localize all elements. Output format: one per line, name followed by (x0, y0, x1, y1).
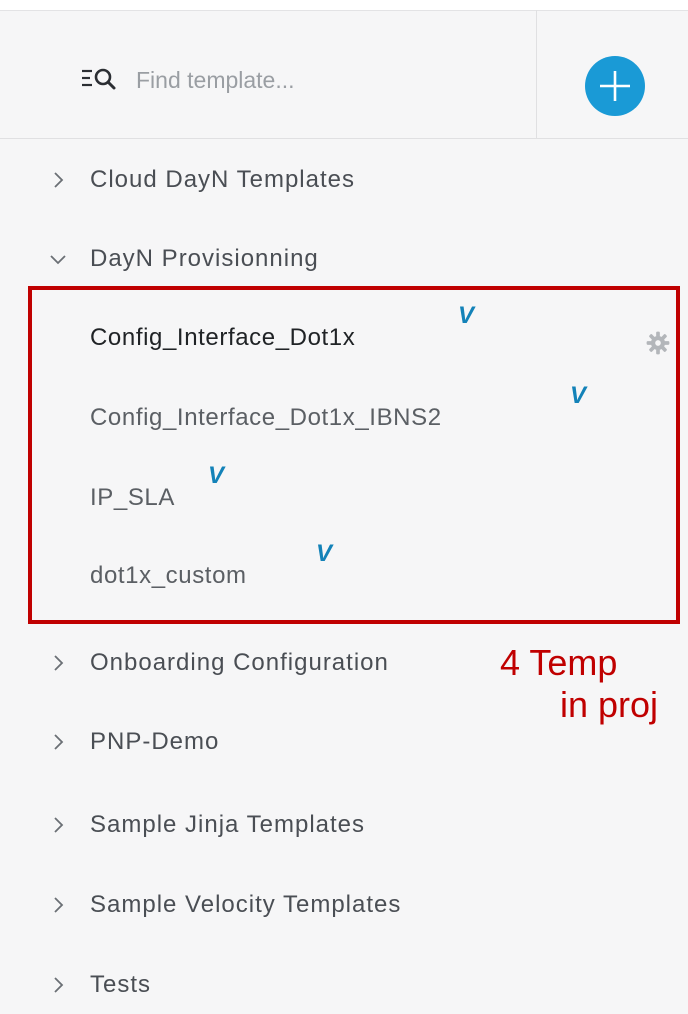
template-sidebar: Cloud DayN Templates DayN Provisionning … (0, 0, 688, 1014)
plus-icon (600, 71, 630, 101)
filter-search-icon[interactable] (80, 66, 120, 94)
project-item-dayn-provisionning[interactable]: DayN Provisionning (0, 234, 688, 284)
project-item-tests[interactable]: Tests (0, 960, 688, 1010)
annotation-text-line1: 4 Temp (500, 642, 618, 683)
project-label: Sample Velocity Templates (90, 891, 402, 918)
project-label: Tests (90, 971, 152, 998)
chevron-right-icon (54, 734, 64, 750)
chevron-right-icon (54, 817, 64, 833)
project-label: Cloud DayN Templates (90, 166, 356, 193)
search-field (80, 60, 520, 100)
project-label: Sample Jinja Templates (90, 811, 366, 838)
chevron-right-icon (54, 897, 64, 913)
add-template-button[interactable] (585, 56, 645, 116)
chevron-down-icon (50, 255, 66, 265)
project-label: Onboarding Configuration (90, 649, 389, 676)
search-bar (0, 10, 688, 139)
project-item-sample-velocity-templates[interactable]: Sample Velocity Templates (0, 880, 688, 930)
search-divider (536, 10, 537, 138)
project-label: DayN Provisionning (90, 245, 319, 272)
annotation-text-line2: in proj (560, 684, 659, 725)
project-item-cloud-dayn-templates[interactable]: Cloud DayN Templates (0, 155, 688, 205)
chevron-right-icon (54, 655, 64, 671)
annotation-highlight-box (28, 286, 680, 624)
chevron-right-icon (54, 172, 64, 188)
search-input[interactable] (136, 66, 520, 94)
project-item-sample-jinja-templates[interactable]: Sample Jinja Templates (0, 800, 688, 850)
project-label: PNP-Demo (90, 728, 220, 755)
chevron-right-icon (54, 977, 64, 993)
